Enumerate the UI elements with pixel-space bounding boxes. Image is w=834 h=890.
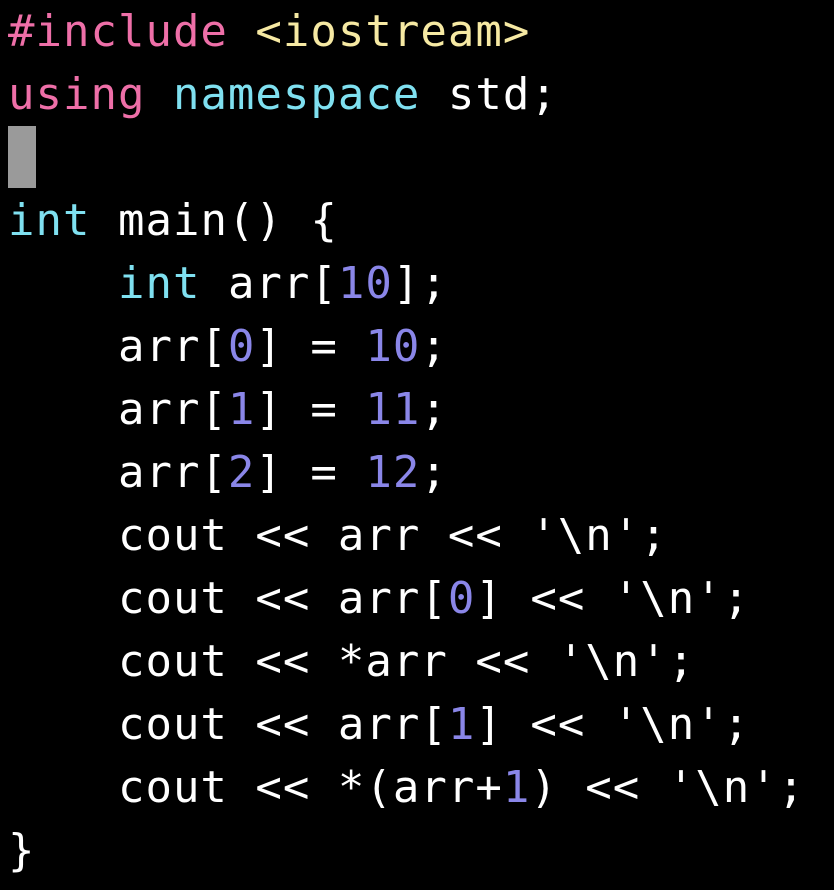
code-token: arr[ bbox=[8, 447, 228, 498]
code-token: cout << *(arr+ bbox=[8, 762, 503, 813]
code-token: } bbox=[8, 825, 36, 876]
code-token: namespace bbox=[172, 69, 421, 120]
code-token: ; bbox=[420, 321, 448, 372]
code-token: 1 bbox=[227, 384, 256, 435]
code-token: 0 bbox=[227, 321, 256, 372]
code-token: ; bbox=[420, 384, 448, 435]
code-token: 10 bbox=[365, 321, 421, 372]
code-token: int bbox=[117, 258, 201, 309]
code-token: arr[ bbox=[8, 321, 228, 372]
code-token: 2 bbox=[227, 447, 256, 498]
code-token: ) << '\n'; bbox=[530, 762, 806, 813]
code-token: ; bbox=[420, 447, 448, 498]
code-token: cout << arr << '\n'; bbox=[8, 510, 668, 561]
code-token: ] = bbox=[255, 321, 366, 372]
code-token: ] << '\n'; bbox=[475, 699, 751, 750]
code-token: ]; bbox=[392, 258, 448, 309]
code-line[interactable]: #include <iostream> bbox=[8, 0, 834, 63]
text-cursor bbox=[8, 126, 36, 188]
code-editor[interactable]: #include <iostream> using namespace std; i… bbox=[8, 0, 834, 890]
code-token: ] = bbox=[255, 384, 366, 435]
code-line[interactable]: int main() { bbox=[8, 189, 834, 252]
code-line[interactable]: arr[2] = 12; bbox=[8, 441, 834, 504]
code-token: cout << arr[ bbox=[8, 573, 448, 624]
code-line[interactable]: arr[1] = 11; bbox=[8, 378, 834, 441]
code-token: 10 bbox=[337, 258, 393, 309]
code-line[interactable]: using namespace std; bbox=[8, 63, 834, 126]
code-token: arr[ bbox=[8, 384, 228, 435]
code-line[interactable]: int arr[10]; bbox=[8, 252, 834, 315]
code-line[interactable]: cout << arr[0] << '\n'; bbox=[8, 567, 834, 630]
code-line[interactable] bbox=[8, 126, 834, 189]
code-token: int bbox=[8, 195, 91, 246]
code-token: std; bbox=[420, 69, 558, 120]
code-line[interactable]: arr[0] = 10; bbox=[8, 315, 834, 378]
code-token: 11 bbox=[365, 384, 421, 435]
code-token: ] = bbox=[255, 447, 366, 498]
code-token: cout << *arr << '\n'; bbox=[8, 636, 696, 687]
code-token: main() { bbox=[90, 195, 338, 246]
code-token: arr[ bbox=[200, 258, 338, 309]
code-line[interactable]: cout << arr[1] << '\n'; bbox=[8, 693, 834, 756]
code-token: 0 bbox=[447, 573, 476, 624]
code-token: 12 bbox=[365, 447, 421, 498]
code-token: 1 bbox=[502, 762, 531, 813]
code-token: 1 bbox=[447, 699, 476, 750]
code-line[interactable]: cout << *arr << '\n'; bbox=[8, 630, 834, 693]
code-token: #include bbox=[8, 6, 228, 57]
code-token: ] << '\n'; bbox=[475, 573, 751, 624]
code-token: using bbox=[8, 69, 146, 120]
code-line[interactable]: cout << arr << '\n'; bbox=[8, 504, 834, 567]
code-token: cout << arr[ bbox=[8, 699, 448, 750]
code-token: <iostream> bbox=[255, 6, 531, 57]
code-line[interactable]: } bbox=[8, 819, 834, 882]
code-line[interactable]: cout << *(arr+1) << '\n'; bbox=[8, 756, 834, 819]
